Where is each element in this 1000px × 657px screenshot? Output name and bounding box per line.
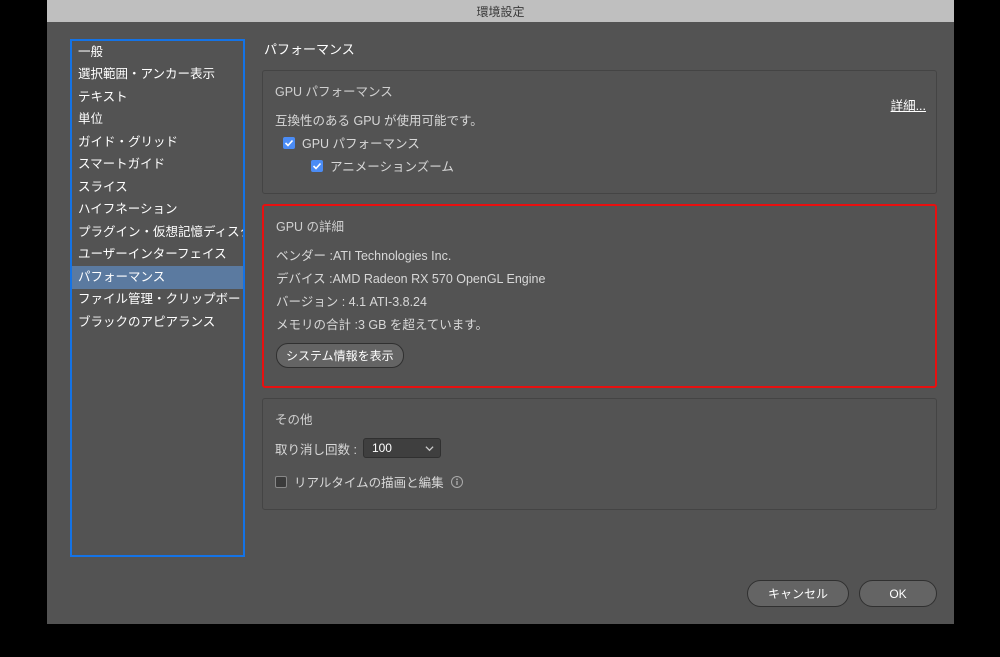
cancel-button[interactable]: キャンセル <box>747 580 849 607</box>
anim-zoom-checkbox-row[interactable]: アニメーションズーム <box>275 156 924 175</box>
category-sidebar: 一般選択範囲・アンカー表示テキスト単位ガイド・グリッドスマートガイドスライスハイ… <box>70 39 245 557</box>
sidebar-item[interactable]: テキスト <box>72 86 243 109</box>
sidebar-item[interactable]: 単位 <box>72 109 243 132</box>
checkbox-checked-icon <box>283 137 295 149</box>
gpu-version: バージョン : 4.1 ATI-3.8.24 <box>276 291 923 310</box>
sidebar-item[interactable]: プラグイン・仮想記憶ディスク <box>72 221 243 244</box>
gpu-details-title: GPU の詳細 <box>276 216 923 235</box>
realtime-draw-checkbox-label: リアルタイムの描画と編集 <box>294 472 444 491</box>
gpu-details-group: GPU の詳細 ベンダー :ATI Technologies Inc. デバイス… <box>262 204 937 388</box>
gpu-performance-group: GPU パフォーマンス 詳細... 互換性のある GPU が使用可能です。 GP… <box>262 70 937 194</box>
checkbox-unchecked-icon <box>275 476 287 488</box>
realtime-draw-checkbox-row[interactable]: リアルタイムの描画と編集 <box>275 472 924 491</box>
page-title: パフォーマンス <box>262 39 937 58</box>
anim-zoom-checkbox-label: アニメーションズーム <box>330 156 454 175</box>
gpu-vendor: ベンダー :ATI Technologies Inc. <box>276 245 923 264</box>
undo-count-label: 取り消し回数 : <box>275 439 357 458</box>
sidebar-item[interactable]: ハイフネーション <box>72 199 243 222</box>
other-title: その他 <box>275 409 924 428</box>
gpu-compat-text: 互換性のある GPU が使用可能です。 <box>275 110 924 129</box>
window-title: 環境設定 <box>476 3 524 20</box>
undo-count-select[interactable]: 100 <box>363 438 441 458</box>
gpu-performance-title: GPU パフォーマンス <box>275 81 924 100</box>
chevron-down-icon <box>425 444 434 453</box>
content: 一般選択範囲・アンカー表示テキスト単位ガイド・グリッドスマートガイドスライスハイ… <box>47 22 954 624</box>
sidebar-item[interactable]: ブラックのアピアランス <box>72 311 243 334</box>
gpu-performance-checkbox-label: GPU パフォーマンス <box>302 133 420 152</box>
dialog-footer: キャンセル OK <box>747 580 937 607</box>
sidebar-item[interactable]: スマートガイド <box>72 154 243 177</box>
sidebar-item[interactable]: ガイド・グリッド <box>72 131 243 154</box>
other-group: その他 取り消し回数 : 100 リアルタイムの描画と編集 <box>262 398 937 510</box>
gpu-device: デバイス :AMD Radeon RX 570 OpenGL Engine <box>276 268 923 287</box>
info-icon <box>450 475 464 489</box>
undo-count-value: 100 <box>372 441 392 455</box>
sidebar-item[interactable]: パフォーマンス <box>72 266 243 289</box>
main-panel: パフォーマンス GPU パフォーマンス 詳細... 互換性のある GPU が使用… <box>262 39 937 520</box>
sidebar-item[interactable]: スライス <box>72 176 243 199</box>
preferences-window: 環境設定 一般選択範囲・アンカー表示テキスト単位ガイド・グリッドスマートガイドス… <box>47 0 954 624</box>
ok-button[interactable]: OK <box>859 580 937 607</box>
checkbox-checked-icon <box>311 160 323 172</box>
sidebar-item[interactable]: ユーザーインターフェイス <box>72 244 243 267</box>
titlebar: 環境設定 <box>47 0 954 22</box>
undo-count-row: 取り消し回数 : 100 <box>275 438 924 458</box>
gpu-memory: メモリの合計 :3 GB を超えています。 <box>276 314 923 333</box>
sidebar-item[interactable]: ファイル管理・クリップボード <box>72 289 243 312</box>
details-link[interactable]: 詳細... <box>891 95 926 114</box>
sidebar-item[interactable]: 一般 <box>72 41 243 64</box>
gpu-performance-checkbox-row[interactable]: GPU パフォーマンス <box>275 133 924 152</box>
show-system-info-button[interactable]: システム情報を表示 <box>276 343 404 368</box>
sidebar-item[interactable]: 選択範囲・アンカー表示 <box>72 64 243 87</box>
